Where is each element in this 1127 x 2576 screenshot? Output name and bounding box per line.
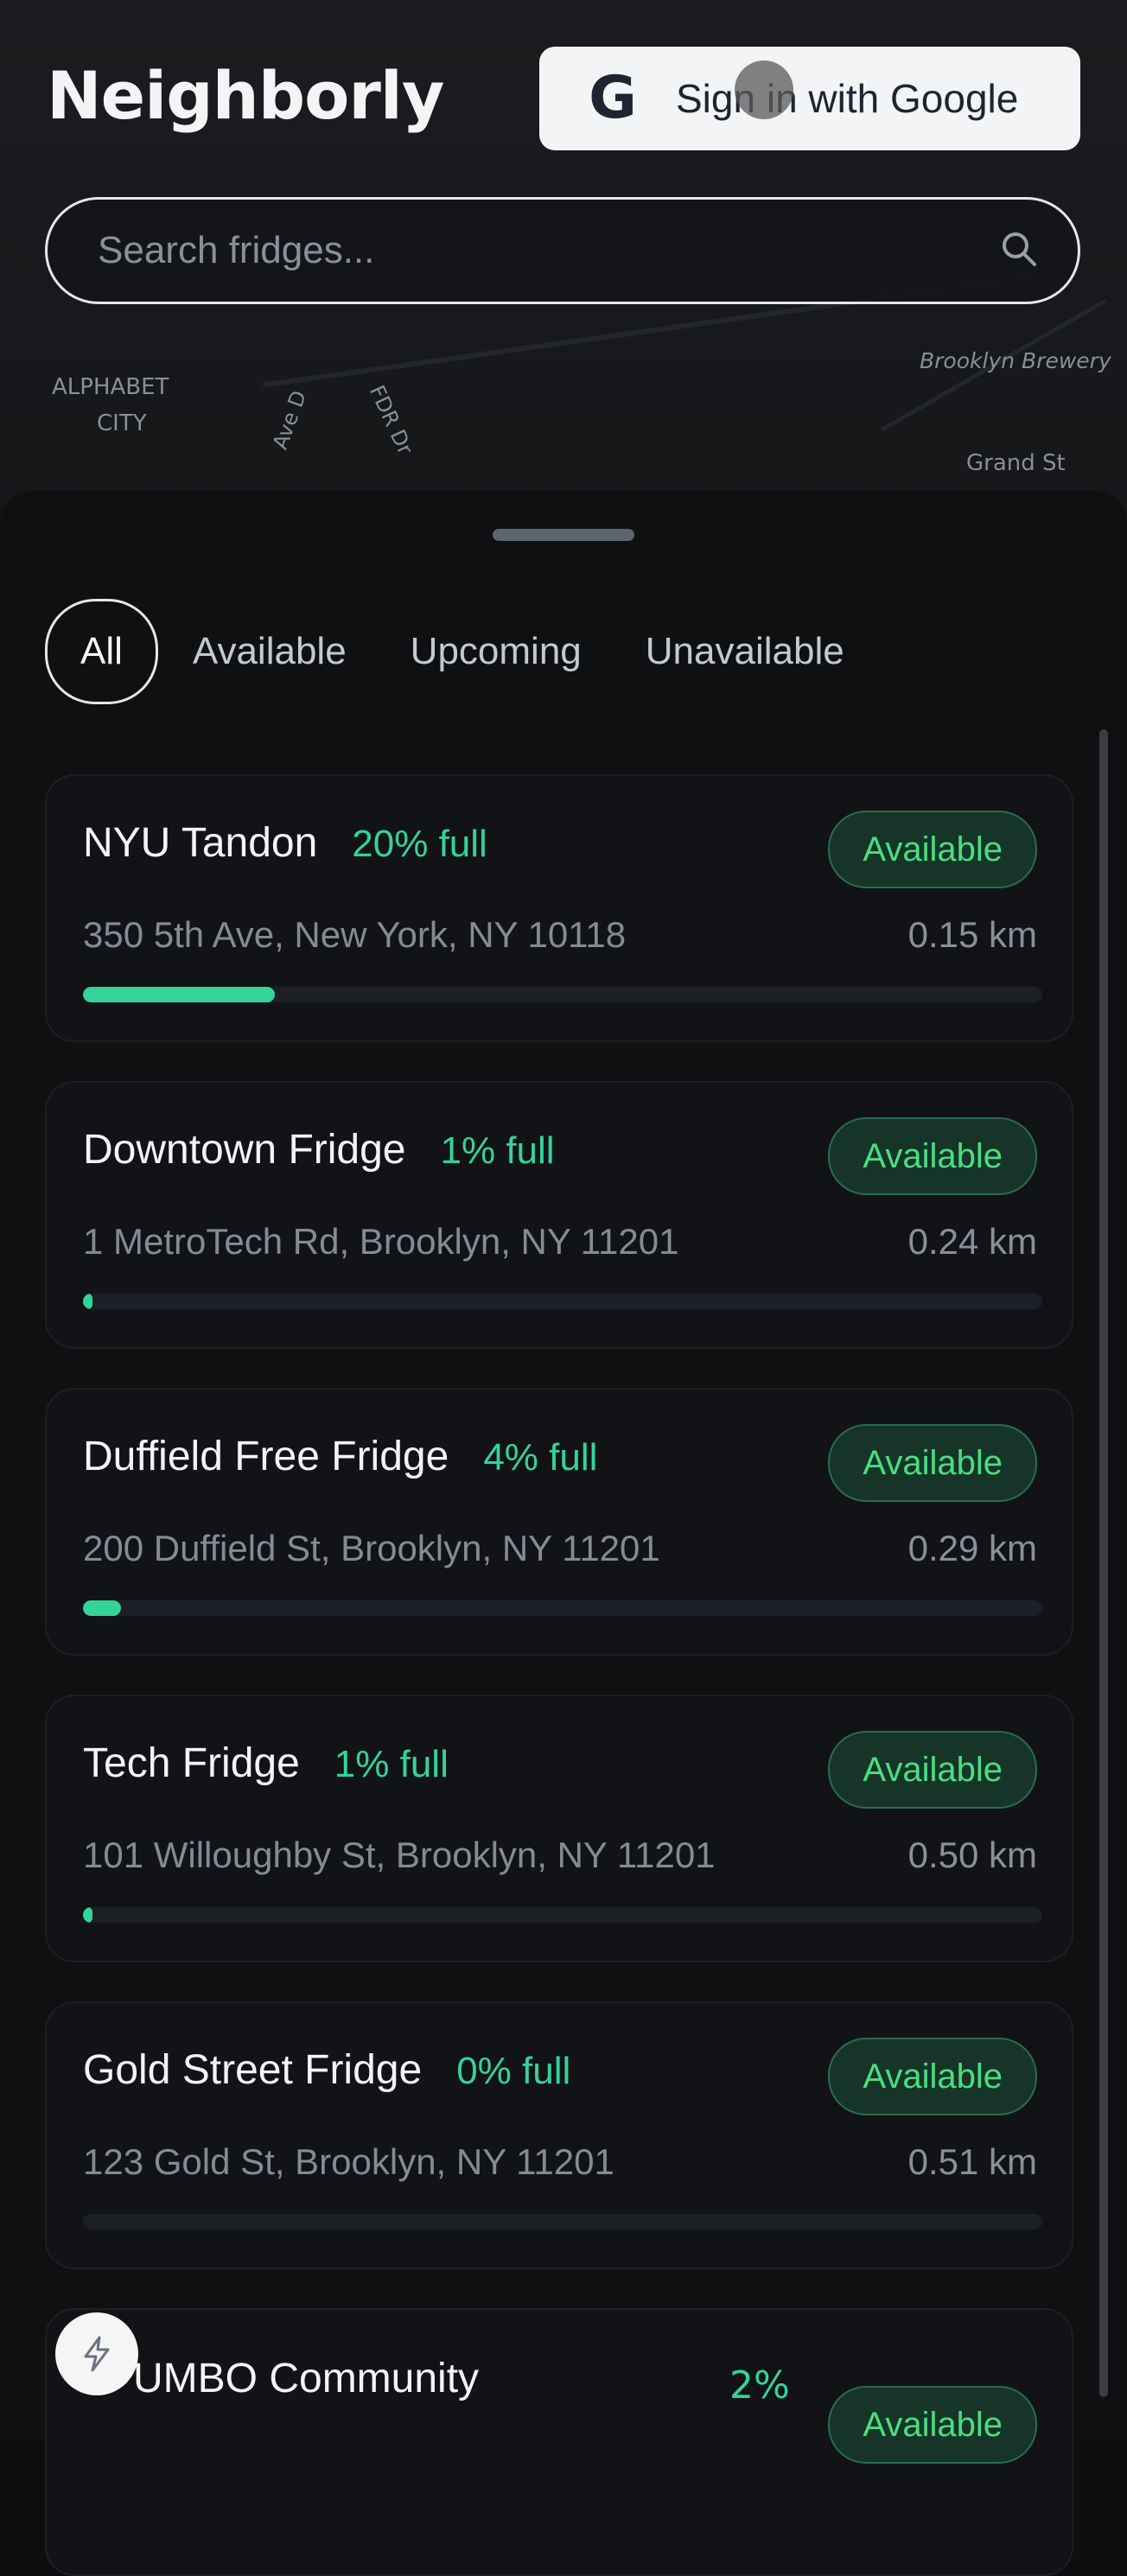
fullness-bar-fill — [83, 1294, 93, 1309]
fridge-fullness: 0% full — [456, 2050, 571, 2092]
fridge-fullness: 20% full — [352, 823, 487, 865]
list-scrollbar[interactable] — [1099, 729, 1108, 2397]
tab-available[interactable]: Available — [163, 601, 376, 702]
fullness-bar-fill — [83, 1907, 93, 1923]
tab-unavailable[interactable]: Unavailable — [616, 601, 874, 702]
fridge-name: Tech Fridge — [83, 1740, 300, 1786]
status-badge: Available — [828, 1731, 1037, 1809]
fridge-card[interactable]: Duffield Free Fridge 4% full Available 20… — [45, 1388, 1073, 1656]
fridge-distance: 0.50 km — [907, 1835, 1037, 1875]
tab-all[interactable]: All — [45, 599, 158, 704]
map-label-fdr: FDR Dr — [364, 381, 418, 459]
tab-upcoming[interactable]: Upcoming — [381, 601, 611, 702]
quick-action-button[interactable] — [55, 2312, 138, 2395]
google-signin-button[interactable]: G Sign in with Google — [539, 47, 1080, 150]
fullness-bar — [83, 1294, 1042, 1309]
fridge-fullness: 4% full — [483, 1436, 598, 1479]
fridge-distance: 0.24 km — [907, 1221, 1037, 1262]
status-badge: Available — [828, 1117, 1037, 1195]
filter-tabs: All Available Upcoming Unavailable — [45, 599, 879, 704]
fridge-fullness: 1% full — [440, 1129, 555, 1172]
fridge-card[interactable]: Downtown Fridge 1% full Available 1 Metro… — [45, 1081, 1073, 1349]
map-label-ave-d: Ave D — [267, 387, 312, 453]
sheet-drag-handle[interactable] — [493, 529, 634, 541]
map-label-grand-st: Grand St — [966, 450, 1066, 476]
fridge-card[interactable]: Tech Fridge 1% full Available 101 Willoug… — [45, 1695, 1073, 1962]
fullness-bar — [83, 1907, 1042, 1923]
fridge-card[interactable]: UMBO Community 2% Available — [45, 2308, 1073, 2576]
touch-indicator — [735, 60, 793, 119]
search-icon[interactable] — [998, 228, 1040, 273]
fridge-list-sheet: All Available Upcoming Unavailable NYU T… — [0, 491, 1127, 2576]
google-icon: G — [589, 64, 637, 132]
status-badge: Available — [828, 2386, 1037, 2464]
fullness-bar — [83, 987, 1042, 1002]
fridge-fullness: 1% full — [334, 1743, 449, 1785]
fridge-card[interactable]: Gold Street Fridge 0% full Available 123 … — [45, 2001, 1073, 2269]
fridge-address: 350 5th Ave, New York, NY 10118 — [83, 914, 627, 955]
fullness-bar — [83, 1600, 1042, 1616]
map-label-city: CITY — [97, 410, 147, 436]
fridge-address: 123 Gold St, Brooklyn, NY 11201 — [83, 2141, 614, 2182]
status-badge: Available — [828, 811, 1037, 888]
status-badge: Available — [828, 1424, 1037, 1502]
fridge-distance: 0.15 km — [907, 914, 1037, 955]
fridge-address: 200 Duffield St, Brooklyn, NY 11201 — [83, 1528, 660, 1568]
fridge-card[interactable]: NYU Tandon 20% full Available 350 5th Ave… — [45, 774, 1073, 1042]
fullness-bar — [83, 2214, 1042, 2229]
fridge-fullness: 2% — [729, 2363, 790, 2407]
search-bar[interactable] — [45, 197, 1080, 304]
map-label-brooklyn-brewery: Brooklyn Brewery — [920, 348, 1111, 373]
fridge-name: NYU Tandon — [83, 820, 318, 866]
fridge-address: 101 Willoughby St, Brooklyn, NY 11201 — [83, 1835, 716, 1875]
fullness-bar-fill — [83, 1600, 122, 1616]
fridge-name: Downtown Fridge — [83, 1127, 406, 1173]
map-label-alphabet: ALPHABET — [52, 374, 169, 400]
app-title: Neighborly — [47, 57, 444, 134]
search-input[interactable] — [96, 228, 998, 273]
fullness-bar-fill — [83, 987, 275, 1002]
lightning-icon — [84, 2336, 110, 2372]
google-signin-label: Sign in with Google — [676, 76, 1019, 121]
fridge-name: Gold Street Fridge — [83, 2047, 423, 2093]
fridge-name: UMBO Community — [133, 2356, 480, 2401]
fridge-distance: 0.29 km — [907, 1528, 1037, 1568]
fridge-name: Duffield Free Fridge — [83, 1434, 449, 1479]
status-badge: Available — [828, 2038, 1037, 2115]
fridge-address: 1 MetroTech Rd, Brooklyn, NY 11201 — [83, 1221, 679, 1262]
fridge-distance: 0.51 km — [907, 2141, 1037, 2182]
